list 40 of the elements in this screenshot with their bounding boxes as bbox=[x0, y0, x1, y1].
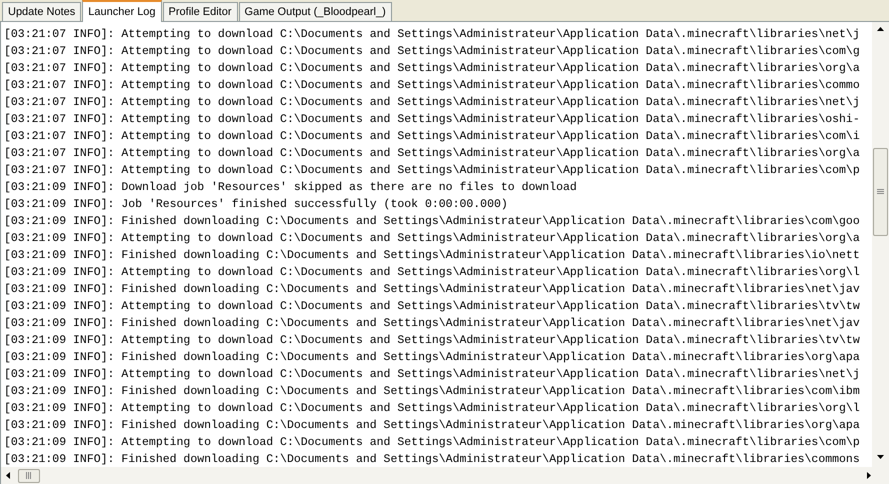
log-line: [03:21:09 INFO]: Finished downloading C:\Documents and Settings\Administrateur\Application Data\.minecraft\libraries\org\apa bbox=[4, 350, 860, 366]
log-line: [03:21:09 INFO]: Finished downloading C:\Documents and Settings\Administrateur\Application Data\.minecraft\libraries\net\jav bbox=[4, 316, 860, 332]
log-line: [03:21:09 INFO]: Finished downloading C:\Documents and Settings\Administrateur\Application Data\.minecraft\libraries\org\apa bbox=[4, 418, 860, 434]
log-line: [03:21:07 INFO]: Attempting to download C:\Documents and Settings\Administrateur\Application Data\.minecraft\libraries\commo bbox=[4, 78, 860, 94]
grip-icon bbox=[26, 472, 32, 479]
log-line: [03:21:09 INFO]: Finished downloading C:\Documents and Settings\Administrateur\Application Data\.minecraft\libraries\com\goo bbox=[4, 214, 860, 230]
scroll-right-icon[interactable] bbox=[867, 472, 871, 479]
log-line: [03:21:09 INFO]: Finished downloading C:\Documents and Settings\Administrateur\Application Data\.minecraft\libraries\net\jav bbox=[4, 282, 860, 298]
scroll-down-icon[interactable] bbox=[877, 455, 884, 459]
scroll-up-icon[interactable] bbox=[877, 27, 884, 31]
tab[interactable]: Update Notes bbox=[2, 2, 82, 21]
log-line: [03:21:09 INFO]: Attempting to download C:\Documents and Settings\Administrateur\Application Data\.minecraft\libraries\org\l bbox=[4, 265, 860, 281]
scroll-thumb[interactable] bbox=[873, 148, 888, 236]
log-line: [03:21:09 INFO]: Attempting to download C:\Documents and Settings\Administrateur\Application Data\.minecraft\libraries\net\j bbox=[4, 367, 860, 383]
log-line: [03:21:07 INFO]: Attempting to download C:\Documents and Settings\Administrateur\Application Data\.minecraft\libraries\net\j bbox=[4, 27, 860, 43]
horizontal-scrollbar[interactable] bbox=[1, 467, 889, 484]
scroll-left-icon[interactable] bbox=[6, 472, 10, 479]
log-line: [03:21:07 INFO]: Attempting to download C:\Documents and Settings\Administrateur\Application Data\.minecraft\libraries\net\j bbox=[4, 95, 860, 111]
tab[interactable]: Game Output (_Bloodpearl_) bbox=[238, 2, 392, 21]
log-line: [03:21:09 INFO]: Finished downloading C:\Documents and Settings\Administrateur\Application Data\.minecraft\libraries\io\nett bbox=[4, 248, 860, 264]
tab[interactable]: Profile Editor bbox=[162, 2, 238, 21]
log-line: [03:21:09 INFO]: Download job 'Resources' skipped as there are no files to download bbox=[4, 180, 577, 196]
log-line: [03:21:09 INFO]: Finished downloading C:\Documents and Settings\Administrateur\Application Data\.minecraft\libraries\commons bbox=[4, 452, 860, 467]
log-line: [03:21:09 INFO]: Finished downloading C:\Documents and Settings\Administrateur\Application Data\.minecraft\libraries\com\ibm bbox=[4, 384, 860, 400]
log-line: [03:21:09 INFO]: Attempting to download C:\Documents and Settings\Administrateur\Application Data\.minecraft\libraries\org\a bbox=[4, 231, 860, 247]
log-line: [03:21:09 INFO]: Attempting to download C:\Documents and Settings\Administrateur\Application Data\.minecraft\libraries\tv\tw bbox=[4, 299, 860, 315]
log-line: [03:21:07 INFO]: Attempting to download C:\Documents and Settings\Administrateur\Application Data\.minecraft\libraries\com\i bbox=[4, 129, 860, 145]
log-line: [03:21:09 INFO]: Attempting to download C:\Documents and Settings\Administrateur\Application Data\.minecraft\libraries\org\l bbox=[4, 401, 860, 417]
log-line: [03:21:07 INFO]: Attempting to download C:\Documents and Settings\Administrateur\Application Data\.minecraft\libraries\com\p bbox=[4, 163, 860, 179]
scroll-thumb[interactable] bbox=[18, 468, 40, 482]
log-line: [03:21:09 INFO]: Job 'Resources' finished successfully (took 0:00:00.000) bbox=[4, 197, 508, 213]
tab[interactable]: Launcher Log bbox=[82, 0, 162, 22]
log-line: [03:21:07 INFO]: Attempting to download C:\Documents and Settings\Administrateur\Application Data\.minecraft\libraries\org\a bbox=[4, 61, 860, 77]
log-line: [03:21:07 INFO]: Attempting to download C:\Documents and Settings\Administrateur\Application Data\.minecraft\libraries\oshi- bbox=[4, 112, 860, 128]
log-line: [03:21:09 INFO]: Attempting to download C:\Documents and Settings\Administrateur\Application Data\.minecraft\libraries\tv\tw bbox=[4, 333, 860, 349]
log-line: [03:21:07 INFO]: Attempting to download C:\Documents and Settings\Administrateur\Application Data\.minecraft\libraries\org\a bbox=[4, 146, 860, 162]
vertical-scrollbar[interactable] bbox=[872, 22, 889, 467]
log-line: [03:21:07 INFO]: Attempting to download C:\Documents and Settings\Administrateur\Application Data\.minecraft\libraries\com\g bbox=[4, 44, 860, 60]
grip-icon bbox=[877, 189, 884, 195]
log-line: [03:21:09 INFO]: Attempting to download C:\Documents and Settings\Administrateur\Application Data\.minecraft\libraries\com\p bbox=[4, 435, 860, 451]
